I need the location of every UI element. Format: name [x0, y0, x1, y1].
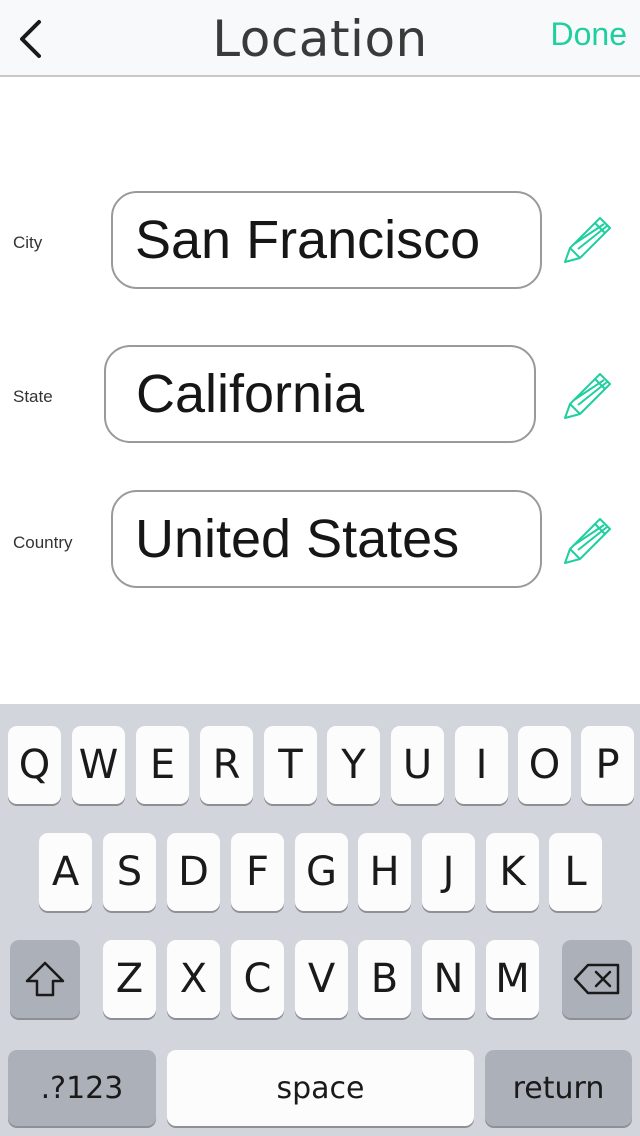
space-key[interactable]: space — [167, 1050, 474, 1126]
key-u[interactable]: U — [391, 726, 444, 804]
key-t[interactable]: T — [264, 726, 317, 804]
pencil-icon[interactable] — [562, 372, 612, 422]
delete-key[interactable] — [562, 940, 632, 1018]
city-field[interactable]: San Francisco — [111, 191, 542, 289]
key-d[interactable]: D — [167, 833, 220, 911]
shift-icon — [25, 961, 65, 997]
state-row: State California — [0, 345, 640, 447]
key-w[interactable]: W — [72, 726, 125, 804]
key-s[interactable]: S — [103, 833, 156, 911]
key-v[interactable]: V — [295, 940, 348, 1018]
key-f[interactable]: F — [231, 833, 284, 911]
key-q[interactable]: Q — [8, 726, 61, 804]
pencil-icon[interactable] — [562, 216, 612, 266]
city-label: City — [13, 233, 43, 252]
state-label: State — [13, 387, 53, 406]
city-row: City San Francisco — [0, 191, 640, 293]
country-row: Country United States — [0, 490, 640, 592]
key-l[interactable]: L — [549, 833, 602, 911]
key-j[interactable]: J — [422, 833, 475, 911]
key-r[interactable]: R — [200, 726, 253, 804]
key-p[interactable]: P — [581, 726, 634, 804]
key-g[interactable]: G — [295, 833, 348, 911]
pencil-icon[interactable] — [562, 517, 612, 567]
key-k[interactable]: K — [486, 833, 539, 911]
key-a[interactable]: A — [39, 833, 92, 911]
numbers-key[interactable]: .?123 — [8, 1050, 156, 1126]
key-h[interactable]: H — [358, 833, 411, 911]
key-y[interactable]: Y — [327, 726, 380, 804]
country-field[interactable]: United States — [111, 490, 542, 588]
country-label: Country — [13, 533, 73, 552]
key-m[interactable]: M — [486, 940, 539, 1018]
key-z[interactable]: Z — [103, 940, 156, 1018]
done-button[interactable]: Done — [551, 16, 628, 53]
return-key[interactable]: return — [485, 1050, 632, 1126]
key-c[interactable]: C — [231, 940, 284, 1018]
state-field[interactable]: California — [104, 345, 536, 443]
key-x[interactable]: X — [167, 940, 220, 1018]
key-b[interactable]: B — [358, 940, 411, 1018]
keyboard: Q W E R T Y U I O P A S D F G H J K L Z … — [0, 704, 640, 1136]
key-e[interactable]: E — [136, 726, 189, 804]
navigation-bar: Location Done — [0, 0, 640, 77]
backspace-icon — [573, 963, 620, 995]
key-o[interactable]: O — [518, 726, 571, 804]
page-title: Location — [212, 10, 428, 68]
shift-key[interactable] — [10, 940, 80, 1018]
key-n[interactable]: N — [422, 940, 475, 1018]
key-i[interactable]: I — [455, 726, 508, 804]
